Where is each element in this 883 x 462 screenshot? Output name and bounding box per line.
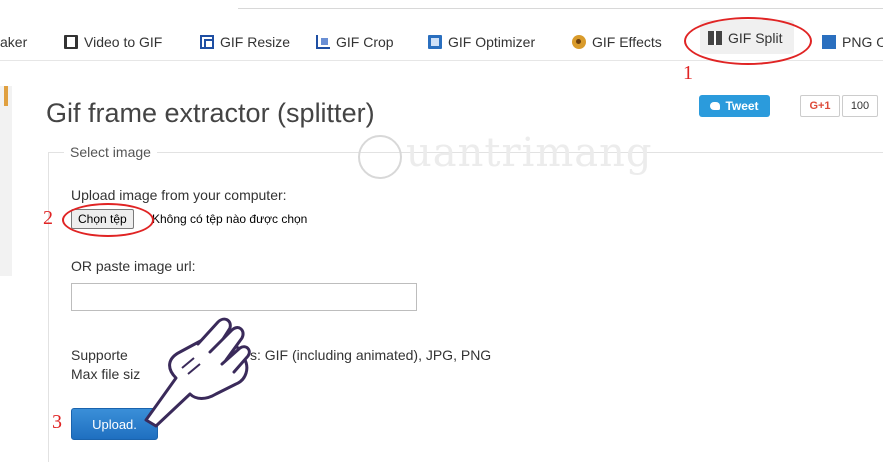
max-file-size-text: Max file siz [71, 366, 141, 382]
step1-number: 1 [683, 62, 693, 84]
nav-item-gif-optimizer[interactable]: GIF Optimizer [428, 32, 535, 52]
google-plus-count: 100 [842, 95, 878, 117]
nav-item-gif-crop[interactable]: GIF Crop [316, 32, 394, 52]
image-url-input[interactable] [71, 283, 417, 311]
google-plus-button[interactable]: G+1 [800, 95, 840, 117]
nav-item-maker[interactable]: aker [0, 32, 27, 52]
page-title: Gif frame extractor (splitter) [46, 98, 375, 128]
url-label: OR paste image url: [71, 258, 196, 274]
film-icon [64, 35, 78, 49]
step2-highlight-oval [62, 203, 154, 237]
top-divider [238, 8, 883, 9]
resize-icon [200, 35, 214, 49]
tweet-button[interactable]: Tweet [699, 95, 770, 117]
watermark-text: uantrimang [406, 130, 653, 176]
left-sidebar-strip [0, 86, 12, 276]
nav-item-gif-effects[interactable]: GIF Effects [572, 32, 662, 52]
fieldset-legend: Select image [64, 144, 157, 160]
supported-formats-text: Supporte [71, 347, 128, 363]
nav-item-label: PNG O [842, 34, 883, 50]
upload-label: Upload image from your computer: [71, 187, 287, 203]
watermark-logo-icon [358, 135, 402, 179]
png-icon [822, 35, 836, 49]
nav-item-label: Video to GIF [84, 34, 163, 50]
pointing-hand-icon [144, 317, 251, 428]
nav-item-video-to-gif[interactable]: Video to GIF [64, 32, 162, 52]
crop-icon [316, 35, 330, 49]
nav-item-label: GIF Resize [220, 34, 291, 50]
nav-item-label: aker [0, 34, 28, 50]
step1-highlight-oval [684, 17, 812, 65]
nav-item-label: GIF Crop [336, 34, 394, 50]
nav-item-gif-resize[interactable]: GIF Resize [200, 32, 290, 52]
step2-number: 2 [43, 207, 53, 229]
step3-number: 3 [52, 411, 62, 433]
supported-formats-text-tail: s: GIF (including animated), JPG, PNG [250, 347, 492, 363]
optimizer-icon [428, 35, 442, 49]
nav-item-label: GIF Optimizer [448, 34, 536, 50]
nav-item-label: GIF Effects [592, 34, 662, 50]
effects-icon [572, 35, 586, 49]
twitter-bird-icon [710, 102, 721, 110]
nav-item-png-optimizer[interactable]: PNG O [822, 32, 883, 52]
no-file-chosen-text: Không có tệp nào được chọn [152, 212, 308, 226]
tweet-label: Tweet [725, 99, 759, 113]
